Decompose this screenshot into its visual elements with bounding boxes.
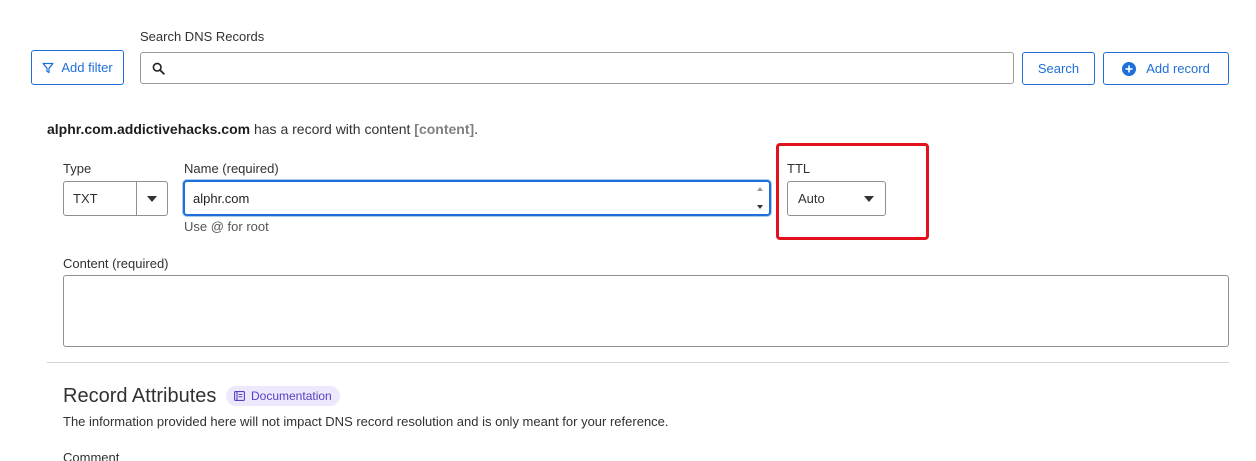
- search-label: Search DNS Records: [140, 29, 265, 44]
- search-button[interactable]: Search: [1022, 52, 1095, 85]
- add-filter-label: Add filter: [61, 60, 113, 75]
- attributes-info-text: The information provided here will not i…: [63, 414, 669, 429]
- add-filter-button[interactable]: Add filter: [31, 50, 124, 85]
- section-divider: [47, 362, 1229, 363]
- type-value: TXT: [73, 191, 98, 206]
- ttl-highlight-box: [776, 143, 929, 240]
- name-field[interactable]: alphr.com: [183, 180, 771, 216]
- type-select[interactable]: TXT: [63, 181, 168, 216]
- record-content-placeholder: [content]: [414, 121, 475, 137]
- name-input[interactable]: alphr.com: [193, 191, 249, 206]
- search-input[interactable]: [171, 53, 1013, 83]
- name-label: Name (required): [184, 161, 279, 176]
- search-button-label: Search: [1037, 61, 1080, 76]
- type-label: Type: [63, 161, 92, 176]
- content-label: Content (required): [63, 256, 169, 271]
- chevron-down-icon: [137, 195, 167, 202]
- book-icon: [234, 391, 245, 401]
- record-sentence-end: .: [474, 121, 479, 137]
- documentation-link[interactable]: Documentation: [226, 386, 340, 406]
- add-record-label: Add record: [1146, 61, 1210, 76]
- name-hint: Use @ for root: [184, 219, 269, 234]
- record-hostname: alphr.com.addictivehacks.com: [47, 121, 251, 137]
- search-icon: [152, 62, 165, 75]
- spinner-arrows-icon[interactable]: [753, 184, 767, 212]
- plus-circle-icon: [1122, 61, 1137, 76]
- comment-label: Comment: [63, 450, 120, 461]
- search-field[interactable]: [140, 52, 1014, 84]
- filter-icon: [42, 62, 54, 73]
- record-summary: alphr.com.addictivehacks.com has a recor…: [47, 121, 478, 137]
- record-attributes-title: Record Attributes: [63, 385, 217, 407]
- record-sentence-middle: has a record with content: [250, 121, 415, 137]
- add-record-button[interactable]: Add record: [1103, 52, 1229, 85]
- documentation-label: Documentation: [251, 389, 332, 403]
- content-textarea[interactable]: [63, 275, 1229, 347]
